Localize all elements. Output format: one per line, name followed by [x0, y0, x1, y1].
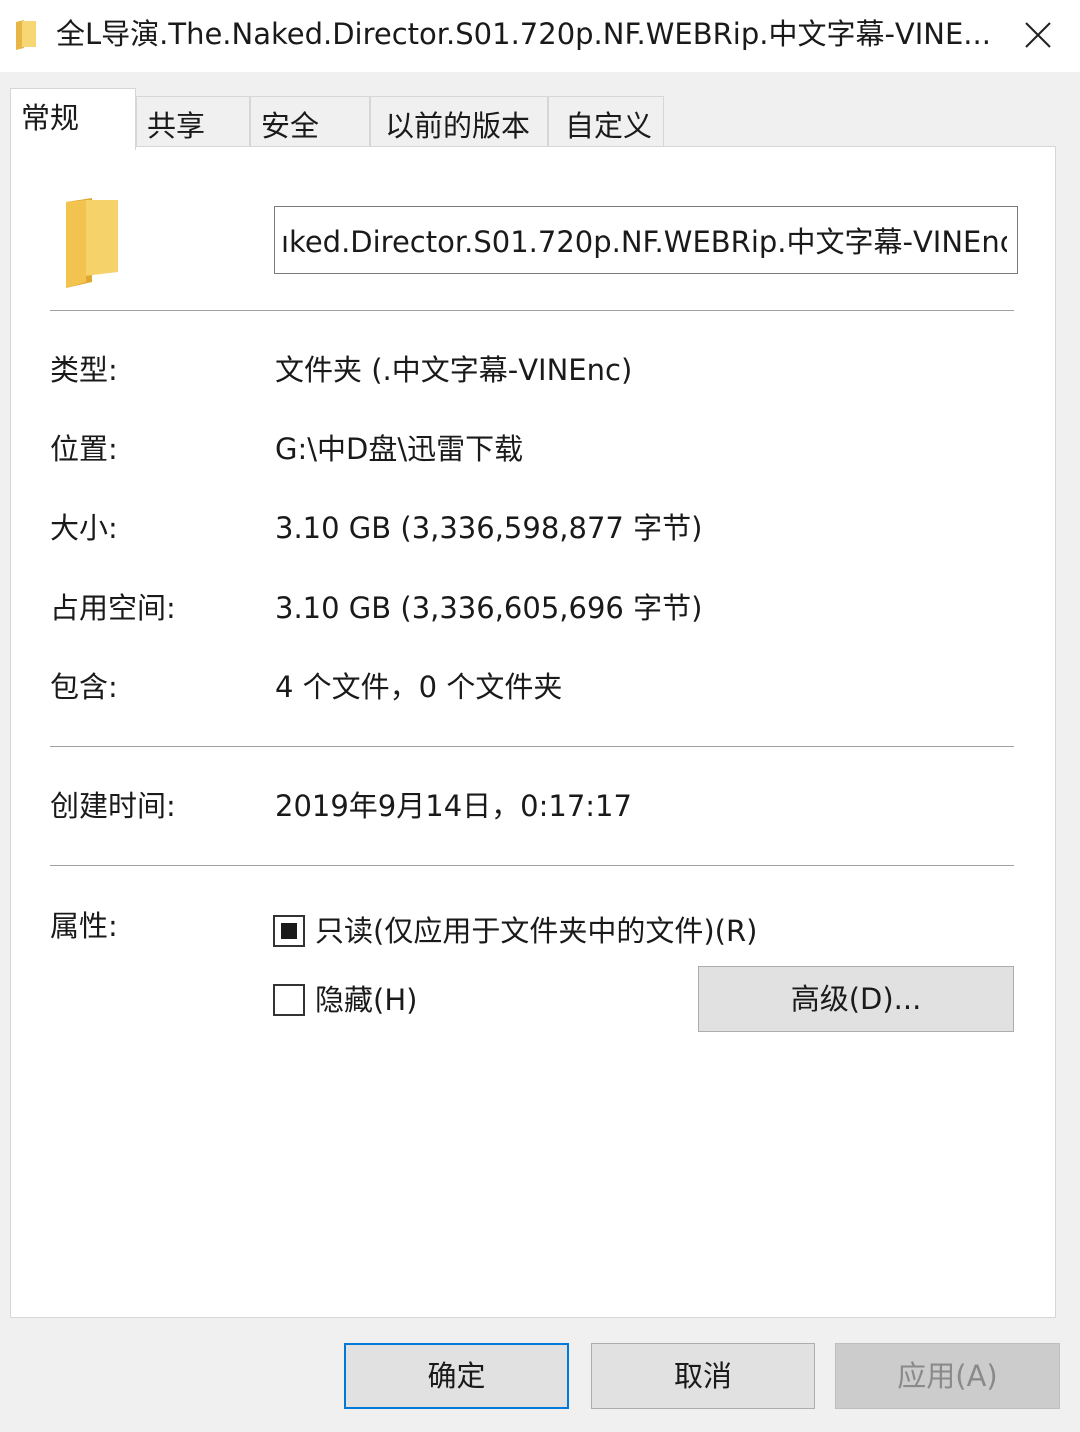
indeterminate-mark [281, 923, 297, 939]
separator [50, 310, 1014, 311]
advanced-button[interactable]: 高级(D)... [698, 966, 1014, 1032]
separator [50, 746, 1014, 747]
hidden-checkbox[interactable] [273, 984, 305, 1016]
close-icon [1025, 22, 1051, 48]
folder-name-input[interactable] [274, 206, 1018, 274]
hidden-label[interactable]: 隐藏(H) [315, 980, 417, 1020]
folder-icon [62, 196, 124, 288]
general-panel [10, 146, 1056, 1318]
attributes-label: 属性: [50, 909, 118, 943]
type-label: 类型: [50, 353, 118, 387]
location-value: G:\中D盘\迅雷下载 [275, 432, 524, 466]
tab-sharing[interactable]: 共享 [136, 96, 250, 148]
size-label: 大小: [50, 511, 118, 545]
tab-previous-versions[interactable]: 以前的版本 [370, 96, 548, 148]
cancel-button[interactable]: 取消 [591, 1343, 815, 1409]
tab-security[interactable]: 安全 [250, 96, 370, 148]
size-on-disk-value: 3.10 GB (3,336,605,696 字节) [275, 591, 703, 625]
contains-value: 4 个文件，0 个文件夹 [275, 670, 563, 704]
size-value: 3.10 GB (3,336,598,877 字节) [275, 511, 703, 545]
contains-label: 包含: [50, 670, 118, 704]
window-title: 全L导演.The.Naked.Director.S01.720p.NF.WEBR… [56, 17, 991, 51]
tab-customize[interactable]: 自定义 [548, 96, 664, 148]
location-label: 位置: [50, 432, 118, 466]
created-value: 2019年9月14日，0:17:17 [275, 789, 632, 823]
size-on-disk-label: 占用空间: [50, 591, 176, 625]
close-button[interactable] [1014, 12, 1062, 58]
created-label: 创建时间: [50, 789, 176, 823]
folder-icon [14, 18, 38, 50]
tab-general[interactable]: 常规 [10, 88, 136, 150]
separator [50, 865, 1014, 866]
title-bar: 全L导演.The.Naked.Director.S01.720p.NF.WEBR… [0, 0, 1080, 72]
tab-bar: 常规 共享 安全 以前的版本 自定义 [0, 88, 1080, 150]
ok-button[interactable]: 确定 [344, 1343, 569, 1409]
readonly-label[interactable]: 只读(仅应用于文件夹中的文件)(R) [315, 911, 757, 951]
readonly-checkbox[interactable] [273, 915, 305, 947]
type-value: 文件夹 (.中文字幕-VINEnc) [275, 353, 633, 387]
apply-button[interactable]: 应用(A) [835, 1343, 1060, 1409]
